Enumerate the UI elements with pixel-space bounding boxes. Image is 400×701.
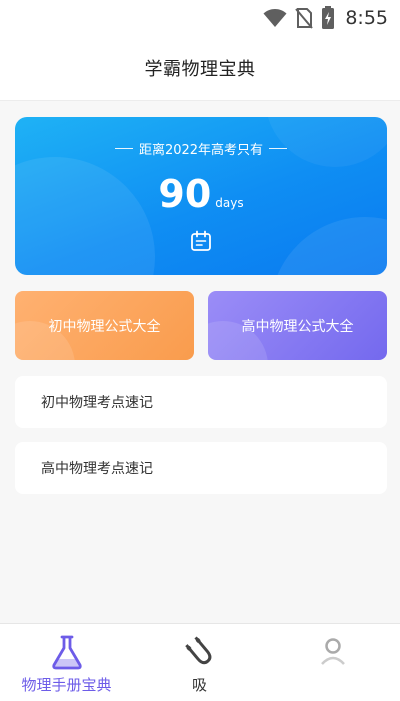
- junior-formulas-label: 初中物理公式大全: [48, 318, 161, 335]
- divider-line: [114, 148, 133, 149]
- status-time: 8:55: [345, 7, 388, 29]
- countdown-card: 距离2022年高考只有 90 days: [15, 117, 387, 275]
- senior-keypoints-label: 高中物理考点速记: [41, 461, 153, 477]
- battery-charging-icon: [322, 6, 335, 29]
- junior-formulas-button[interactable]: 初中物理公式大全: [15, 291, 194, 360]
- nav-label-second: 吸: [191, 676, 207, 694]
- bottom-nav: 物理手册宝典 吸: [0, 623, 400, 701]
- calendar-icon[interactable]: [190, 230, 212, 252]
- status-bar: 8:55: [0, 0, 400, 36]
- no-sim-icon: [295, 8, 314, 29]
- senior-formulas-label: 高中物理公式大全: [241, 318, 354, 335]
- divider-line: [269, 148, 288, 149]
- nav-label-handbook: 物理手册宝典: [21, 676, 112, 694]
- status-icons: 8:55: [263, 6, 388, 30]
- nav-item-second[interactable]: 吸: [133, 624, 266, 701]
- app-header: 学霸物理宝典: [0, 36, 400, 101]
- junior-keypoints-label: 初中物理考点速记: [41, 395, 153, 411]
- countdown-label-row: 距离2022年高考只有: [15, 139, 387, 158]
- magnet-icon: [184, 636, 211, 665]
- user-icon: [320, 638, 345, 665]
- junior-keypoints-item[interactable]: 初中物理考点速记: [15, 376, 387, 428]
- countdown-number-row: 90 days: [15, 172, 387, 216]
- nav-item-profile[interactable]: [266, 624, 399, 701]
- countdown-unit: days: [215, 196, 244, 210]
- senior-formulas-button[interactable]: 高中物理公式大全: [208, 291, 387, 360]
- wifi-icon: [263, 9, 287, 27]
- decor-circle: [270, 217, 387, 275]
- flask-icon: [51, 635, 82, 670]
- nav-item-handbook[interactable]: 物理手册宝典: [0, 624, 133, 701]
- countdown-days-value: 90: [158, 172, 212, 216]
- page-title: 学霸物理宝典: [144, 59, 256, 80]
- countdown-label: 距离2022年高考只有: [138, 143, 264, 158]
- senior-keypoints-item[interactable]: 高中物理考点速记: [15, 442, 387, 494]
